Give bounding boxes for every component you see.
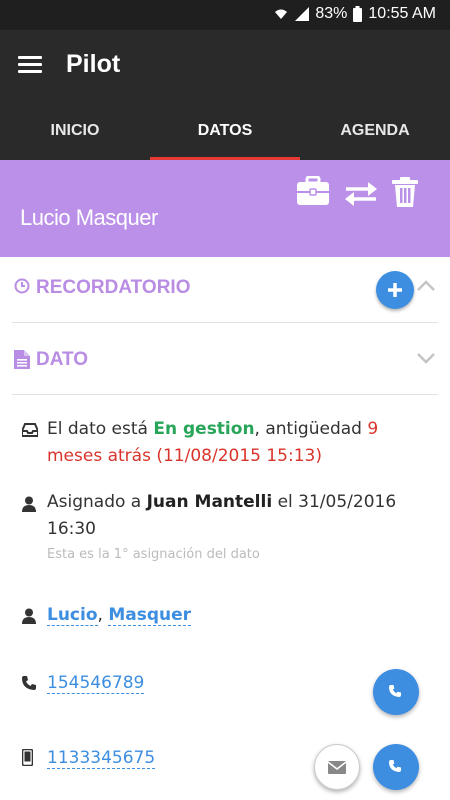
- call-phone-button[interactable]: [373, 669, 419, 715]
- clock-time: 10:55 AM: [368, 5, 436, 22]
- mobile-icon: [22, 749, 33, 766]
- envelope-icon: [327, 761, 347, 774]
- status-prefix: El dato está: [47, 419, 154, 439]
- dato-status-text: El dato está En gestion, antigüedad 9 me…: [47, 416, 417, 470]
- phone-row: 154546789: [47, 670, 417, 697]
- assign-prefix: Asignado a: [47, 492, 147, 512]
- assignment-text: Asignado a Juan Mantelli el 31/05/2016 1…: [47, 489, 417, 543]
- app-title: Pilot: [66, 50, 121, 78]
- inbox-icon: [22, 423, 38, 437]
- contact-name: Lucio Masquer: [20, 205, 158, 230]
- phone-icon: [389, 685, 401, 697]
- wifi-icon: [275, 9, 288, 19]
- dato-title: DATO: [36, 349, 89, 370]
- section-dato: DATO: [12, 329, 438, 395]
- name-separator: ,: [97, 605, 109, 625]
- assignment-note: Esta es la 1° asignación del dato: [47, 547, 260, 562]
- tab-inicio[interactable]: INICIO: [0, 102, 150, 160]
- contact-header: Lucio Masquer: [0, 160, 450, 257]
- mobile-link[interactable]: 1133345675: [47, 748, 156, 769]
- chevron-up-icon[interactable]: [416, 279, 436, 293]
- call-mobile-button[interactable]: [373, 744, 419, 790]
- recordatorio-title: RECORDATORIO: [36, 277, 191, 298]
- contact-name-row: Lucio, Masquer: [47, 602, 417, 629]
- assigned-person: Juan Mantelli: [146, 492, 273, 512]
- trash-icon[interactable]: [392, 177, 418, 208]
- clock-icon: [14, 278, 30, 294]
- status-middle: , antigüedad: [254, 419, 368, 439]
- document-icon: [14, 350, 30, 369]
- status-bar: 83% 10:55 AM: [0, 0, 450, 30]
- app-bar: Pilot: [0, 30, 450, 102]
- tab-datos[interactable]: DATOS: [150, 102, 300, 160]
- add-reminder-button[interactable]: [376, 271, 414, 309]
- status-state: En gestion: [153, 419, 255, 439]
- plus-icon: [388, 283, 402, 297]
- person-icon: [22, 608, 36, 624]
- phone-link[interactable]: 154546789: [47, 673, 145, 694]
- phone-icon: [22, 676, 36, 690]
- briefcase-icon[interactable]: [296, 176, 330, 206]
- mobile-row: 1133345675: [47, 745, 417, 772]
- tab-bar: INICIO DATOS AGENDA: [0, 102, 450, 160]
- menu-icon[interactable]: [18, 56, 42, 74]
- battery-percent: 83%: [315, 5, 348, 22]
- tab-agenda[interactable]: AGENDA: [300, 102, 450, 160]
- swap-icon[interactable]: [344, 182, 378, 206]
- battery-icon: [353, 6, 363, 22]
- phone-icon: [389, 760, 401, 772]
- section-recordatorio: RECORDATORIO: [12, 257, 438, 323]
- first-name-link[interactable]: Lucio: [47, 605, 98, 626]
- sms-button[interactable]: [314, 744, 360, 790]
- chevron-down-icon[interactable]: [416, 351, 436, 365]
- last-name-link[interactable]: Masquer: [108, 605, 192, 626]
- person-icon: [22, 496, 36, 512]
- signal-icon: [295, 7, 310, 21]
